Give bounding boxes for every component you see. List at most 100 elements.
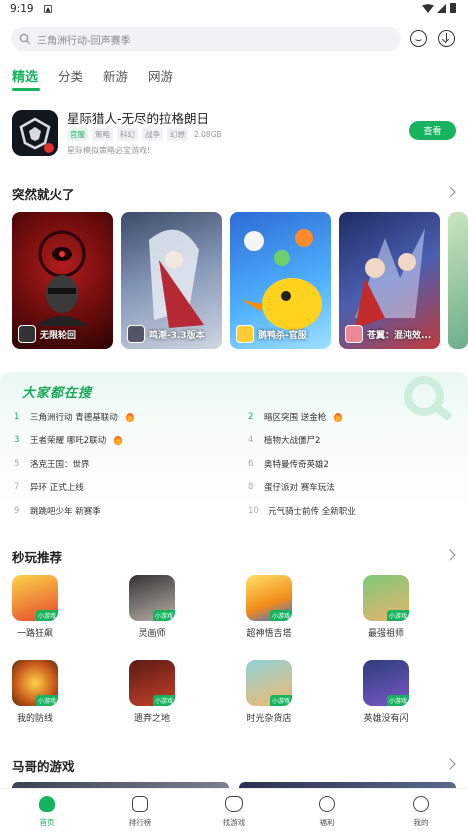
rank-number: 7	[14, 482, 20, 492]
featured-game-title[interactable]: 星际猎人-无尽的拉格朗日	[67, 108, 209, 127]
ranking-icon	[132, 796, 148, 812]
rank-number: 3	[14, 435, 20, 445]
game-name: 一路狂飙	[16, 629, 53, 639]
rank-number: 5	[14, 459, 20, 469]
game-icon: 小游戏	[246, 575, 292, 621]
fire-icon	[334, 412, 343, 422]
hot-search-item[interactable]: 7 异环 正式上线	[14, 481, 84, 493]
card-mini-icon	[18, 325, 36, 343]
mini-game-badge: 小游戏	[152, 610, 175, 621]
game-icon: 小游戏	[129, 660, 175, 706]
card-art	[355, 228, 425, 328]
featured-subtitle: 星际模拟策略必宝游戏!	[67, 146, 151, 155]
mini-game-badge: 小游戏	[269, 610, 292, 621]
hot-search-item[interactable]: 2 暗区突围 送金枪	[248, 411, 343, 423]
featured-game-icon[interactable]	[12, 110, 58, 156]
hot-search-item[interactable]: 8 蛋仔派对 赛车玩法	[248, 481, 335, 493]
featured-size: 2.08GB	[194, 130, 222, 139]
download-icon[interactable]	[438, 30, 455, 47]
trending-card-4[interactable]: 苍翼：混沌效...	[339, 212, 440, 349]
hot-search-item[interactable]: 6 奥特曼传奇英雄2	[248, 458, 329, 470]
rank-number: 2	[248, 412, 254, 422]
fire-icon	[114, 435, 123, 445]
gamepad-icon	[225, 796, 243, 812]
hot-search-text: 元气骑士前传 全新职业	[268, 507, 356, 517]
quick-play-more-icon[interactable]	[444, 549, 456, 561]
quick-game-4[interactable]: 小游戏 最强祖师	[346, 575, 426, 639]
top-tabs: 精选 分类 新游 网游	[12, 66, 173, 85]
status-bar: 9:19 ▲	[0, 0, 468, 20]
trending-card-label: 鸣潮-3.3版本	[149, 330, 205, 341]
mini-game-badge: 小游戏	[386, 695, 409, 706]
trending-card-5[interactable]	[448, 212, 468, 349]
card-art	[149, 229, 204, 328]
hot-search-item[interactable]: 1 三角洲行动 青德基联动	[14, 411, 134, 423]
search-icon	[19, 33, 31, 45]
tag-strategy: 策略	[92, 128, 113, 141]
quick-game-5[interactable]: 小游戏 我的防线	[0, 660, 75, 724]
tab-new-games[interactable]: 新游	[103, 66, 128, 85]
trending-title: 突然就火了	[12, 187, 75, 202]
nav-find-games[interactable]: 找游戏	[204, 796, 264, 828]
quick-game-3[interactable]: 小游戏 超神悟吉塔	[229, 575, 309, 639]
nav-ranking[interactable]: 排行榜	[110, 796, 170, 828]
quick-game-8[interactable]: 小游戏 英雄没有闪	[346, 660, 426, 724]
search-placeholder: 三角洲行动-回声赛季	[37, 35, 131, 47]
fire-icon	[125, 412, 134, 422]
tag-fantasy: 幻想	[167, 128, 188, 141]
trending-card-2[interactable]: 鸣潮-3.3版本	[121, 212, 222, 349]
hot-search-item[interactable]: 3 王者荣耀 哪吒2联动	[14, 434, 123, 446]
hot-search-text: 异环 正式上线	[30, 483, 84, 493]
quick-game-6[interactable]: 小游戏 遗弃之地	[112, 660, 192, 724]
trending-card-3[interactable]: 鹅鸭杀-官服	[230, 212, 331, 349]
nav-home[interactable]: 首页	[17, 796, 77, 828]
trending-card-label: 鹅鸭杀-官服	[258, 330, 307, 341]
card-mini-icon	[236, 325, 254, 343]
nav-welfare[interactable]: 福利	[297, 796, 357, 828]
mini-game-badge: 小游戏	[152, 695, 175, 706]
search-bar[interactable]: 三角洲行动-回声赛季	[11, 27, 401, 51]
nav-profile[interactable]: 我的	[391, 796, 451, 828]
mage-games-more-icon[interactable]	[444, 758, 456, 770]
hot-search-item[interactable]: 4 植物大战僵尸2	[248, 434, 320, 446]
tag-war: 战争	[142, 128, 163, 141]
profile-icon	[413, 796, 429, 812]
tab-online-games[interactable]: 网游	[148, 66, 173, 85]
nav-label: 首页	[39, 818, 55, 827]
quick-play-title: 秒玩推荐	[12, 550, 63, 565]
mage-games-title: 马哥的游戏	[12, 759, 75, 774]
quick-game-7[interactable]: 小游戏 时光杂货店	[229, 660, 309, 724]
tab-featured[interactable]: 精选	[12, 66, 38, 85]
game-name: 英雄没有闪	[363, 714, 409, 724]
game-icon: 小游戏	[363, 575, 409, 621]
tab-indicator	[12, 88, 40, 91]
game-icon: 小游戏	[246, 660, 292, 706]
game-name: 最强祖师	[367, 629, 404, 639]
game-name: 遗弃之地	[133, 714, 170, 724]
message-icon[interactable]	[410, 30, 427, 47]
quick-game-1[interactable]: 小游戏 一路狂飙	[0, 575, 75, 639]
game-name: 我的防线	[16, 714, 53, 724]
trending-more-icon[interactable]	[444, 186, 456, 198]
mini-game-badge: 小游戏	[35, 695, 58, 706]
search-decoration-icon	[404, 376, 453, 420]
hot-search-item[interactable]: 10 元气骑士前传 全新职业	[248, 505, 356, 517]
hot-search-item[interactable]: 5 洛克王国：世界	[14, 458, 90, 470]
quick-game-2[interactable]: 小游戏 灵画师	[112, 575, 192, 639]
card-art	[36, 230, 88, 326]
hot-search-text: 奥特曼传奇英雄2	[264, 460, 329, 470]
hot-search-text: 三角洲行动 青德基联动	[30, 413, 118, 423]
rank-number: 6	[248, 459, 254, 469]
game-icon: 小游戏	[12, 660, 58, 706]
nav-label: 排行榜	[128, 818, 152, 827]
trending-card-1[interactable]: 无限轮回	[12, 212, 113, 349]
planet-icon	[319, 796, 335, 812]
view-button[interactable]: 查看	[409, 121, 456, 140]
tab-category[interactable]: 分类	[58, 66, 83, 85]
hot-search-item[interactable]: 9 跳跳吧少年 新赛季	[14, 505, 101, 517]
game-name: 时光杂货店	[246, 714, 292, 724]
card-art	[242, 229, 322, 330]
mini-game-badge: 小游戏	[35, 610, 58, 621]
tag-official: 官服	[67, 128, 88, 141]
hot-search-text: 洛克王国：世界	[30, 460, 90, 470]
